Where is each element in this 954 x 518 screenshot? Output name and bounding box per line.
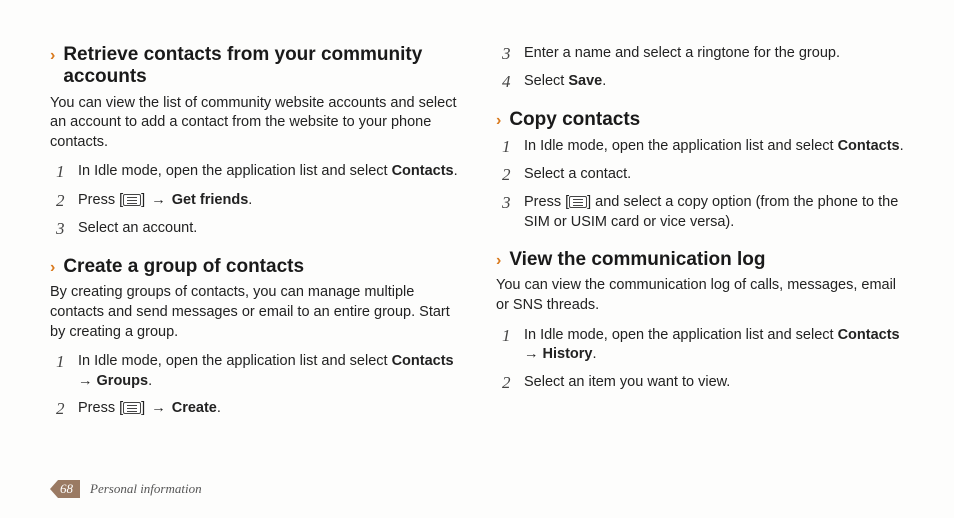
section-retrieve-title-row: › Retrieve contacts from your community …	[50, 44, 458, 88]
section-log-steps: 1 In Idle mode, open the application lis…	[496, 326, 904, 394]
step-number: 1	[56, 352, 68, 372]
chevron-icon: ›	[496, 111, 501, 130]
list-item: 1 In Idle mode, open the application lis…	[50, 352, 458, 391]
list-item: 2 Select a contact.	[496, 165, 904, 185]
list-item: 2 Select an item you want to view.	[496, 373, 904, 393]
section-create-steps: 1 In Idle mode, open the application lis…	[50, 352, 458, 420]
menu-icon	[123, 402, 141, 414]
step-text: In Idle mode, open the application list …	[524, 326, 904, 365]
step-text: Select a contact.	[524, 165, 904, 185]
list-item: 3 Enter a name and select a ringtone for…	[496, 44, 904, 64]
step-number: 3	[502, 193, 514, 213]
step-text: In Idle mode, open the application list …	[78, 352, 458, 391]
list-item: 3 Select an account.	[50, 219, 458, 239]
step-number: 4	[502, 72, 514, 92]
list-item: 2 Press [] → Get friends.	[50, 191, 458, 211]
list-item: 4 Select Save.	[496, 72, 904, 92]
section-copy-title: Copy contacts	[509, 109, 640, 131]
step-text: In Idle mode, open the application list …	[524, 137, 904, 157]
step-number: 2	[56, 399, 68, 419]
footer-section-label: Personal information	[90, 481, 202, 497]
step-number: 3	[56, 219, 68, 239]
step-number: 2	[502, 165, 514, 185]
menu-icon	[569, 196, 587, 208]
step-text: Press [] and select a copy option (from …	[524, 193, 904, 232]
section-create-steps-cont: 3 Enter a name and select a ringtone for…	[496, 44, 904, 93]
step-text: Select an account.	[78, 219, 458, 239]
chevron-icon: ›	[496, 251, 501, 270]
section-log-intro: You can view the communication log of ca…	[496, 276, 904, 315]
list-item: 1 In Idle mode, open the application lis…	[50, 162, 458, 182]
step-text: Enter a name and select a ringtone for t…	[524, 44, 904, 64]
step-number: 2	[502, 373, 514, 393]
step-number: 1	[56, 162, 68, 182]
section-copy-steps: 1 In Idle mode, open the application lis…	[496, 137, 904, 233]
page-number: 68	[50, 480, 80, 498]
section-create-intro: By creating groups of contacts, you can …	[50, 283, 458, 342]
chevron-icon: ›	[50, 258, 55, 277]
section-log-title: View the communication log	[509, 249, 765, 271]
section-create-title-row: › Create a group of contacts	[50, 256, 458, 278]
list-item: 2 Press [] → Create.	[50, 399, 458, 419]
step-number: 1	[502, 326, 514, 346]
step-text: In Idle mode, open the application list …	[78, 162, 458, 182]
step-text: Press [] → Get friends.	[78, 191, 458, 211]
left-column: › Retrieve contacts from your community …	[50, 44, 458, 428]
step-text: Press [] → Create.	[78, 399, 458, 419]
step-text: Select Save.	[524, 72, 904, 92]
section-retrieve-intro: You can view the list of community websi…	[50, 94, 458, 153]
step-text: Select an item you want to view.	[524, 373, 904, 393]
list-item: 1 In Idle mode, open the application lis…	[496, 137, 904, 157]
section-log-title-row: › View the communication log	[496, 249, 904, 271]
section-retrieve-steps: 1 In Idle mode, open the application lis…	[50, 162, 458, 239]
page-footer: 68 Personal information	[50, 480, 202, 498]
menu-icon	[123, 194, 141, 206]
section-retrieve-title: Retrieve contacts from your community ac…	[63, 44, 458, 88]
chevron-icon: ›	[50, 46, 55, 65]
section-create-title: Create a group of contacts	[63, 256, 304, 278]
step-number: 1	[502, 137, 514, 157]
right-column: 3 Enter a name and select a ringtone for…	[496, 44, 904, 428]
page-columns: › Retrieve contacts from your community …	[50, 44, 904, 428]
section-copy-title-row: › Copy contacts	[496, 109, 904, 131]
step-number: 2	[56, 191, 68, 211]
step-number: 3	[502, 44, 514, 64]
list-item: 1 In Idle mode, open the application lis…	[496, 326, 904, 365]
list-item: 3 Press [] and select a copy option (fro…	[496, 193, 904, 232]
